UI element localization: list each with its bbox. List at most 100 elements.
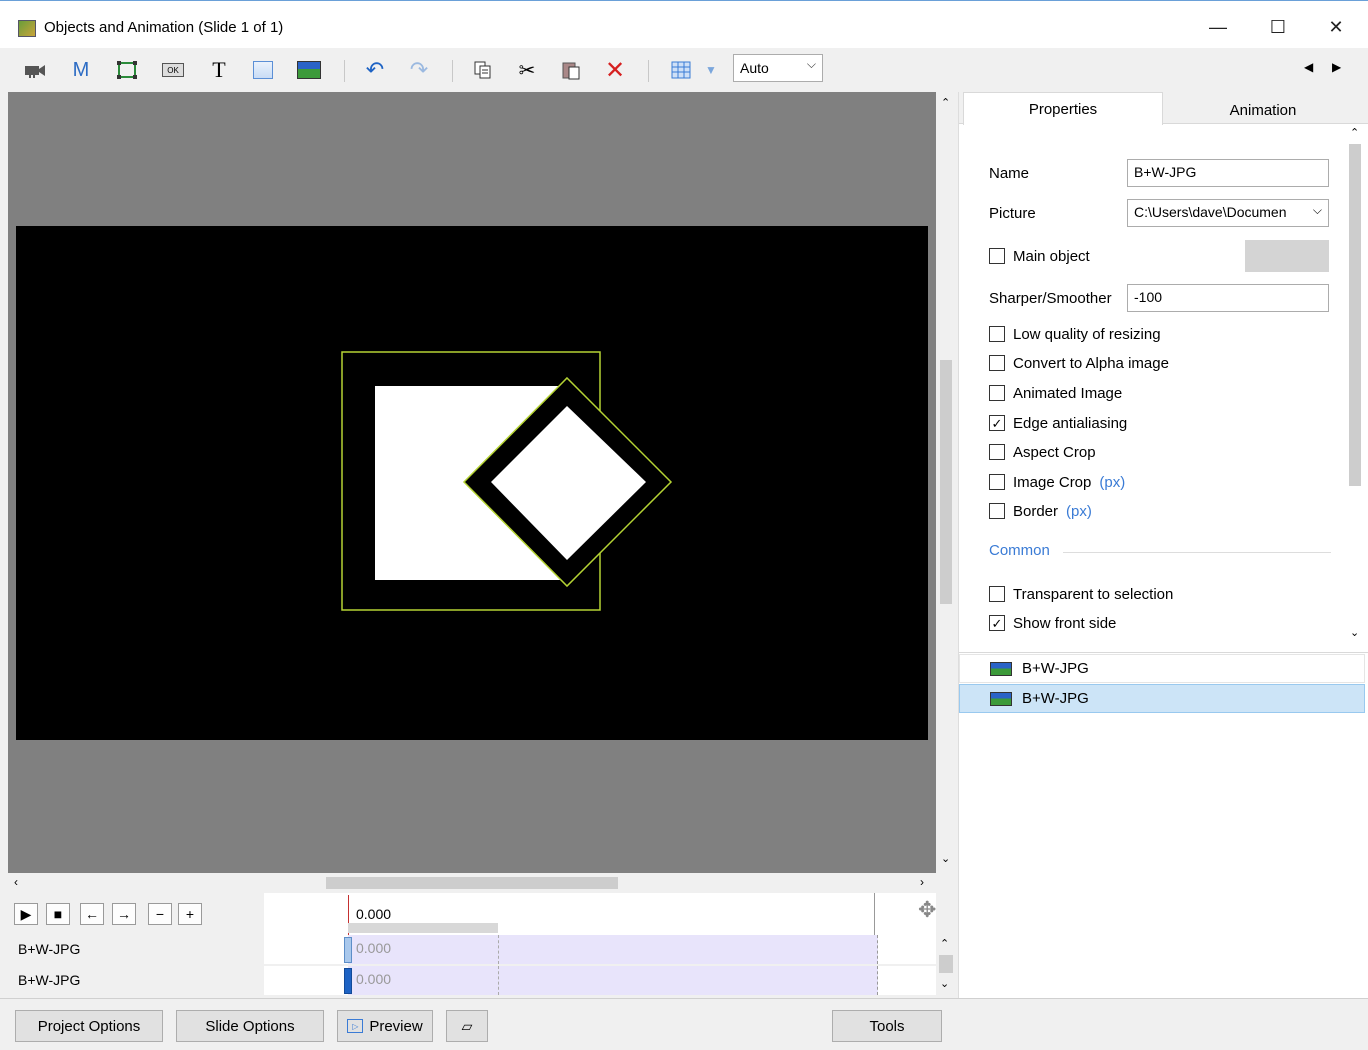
scroll-thumb[interactable] [939,955,953,973]
close-button[interactable]: ✕ [1316,11,1356,43]
checkbox-image-crop[interactable]: Image Crop (px) [989,471,1125,493]
grid-icon[interactable] [668,58,694,82]
timeline-bar[interactable] [348,935,878,964]
checkbox-label: Transparent to selection [1013,585,1174,603]
paste-icon[interactable] [558,58,584,82]
main-object-color-swatch[interactable] [1245,240,1329,272]
checkbox-box[interactable] [989,586,1005,602]
properties-scrollbar[interactable]: ⌃ ⌄ [1345,124,1365,646]
checkbox-border[interactable]: Border (px) [989,500,1092,522]
bottom-bar: Project Options Slide Options ▷ Preview … [0,998,1368,1050]
timeline-row[interactable]: B+W-JPG 0.000 [8,966,936,996]
delete-icon[interactable]: ✕ [602,57,628,84]
zoom-out-icon[interactable]: − [148,903,172,925]
next-arrow-icon[interactable]: ▶ [1332,60,1341,74]
slide-options-button[interactable]: Slide Options [176,1010,324,1042]
px-link[interactable]: (px) [1066,503,1092,520]
name-input[interactable]: B+W-JPG [1127,159,1329,187]
timeline-row-label: B+W-JPG [8,935,264,964]
arrow-right-icon[interactable]: → [112,903,136,925]
object-list-item[interactable]: B+W-JPG [959,654,1365,683]
zoom-select[interactable]: Auto ⌵ [733,54,823,82]
checkbox-box[interactable] [989,385,1005,401]
scroll-left-icon[interactable]: ‹ [14,875,18,889]
keyframe-marker[interactable] [344,937,352,963]
timeline-ruler[interactable]: 0.000 [264,893,936,935]
sharper-input[interactable]: -100 [1127,284,1329,312]
checkbox-transparent-selection[interactable]: Transparent to selection [989,583,1173,605]
mask-icon[interactable]: M [68,58,94,82]
chevron-down-icon: ⌵ [1312,203,1322,217]
checkmark-icon[interactable]: ✓ [989,615,1005,631]
scroll-up-icon[interactable]: ⌃ [940,937,949,950]
timeline-bar[interactable] [348,966,878,995]
px-link[interactable]: (px) [1099,474,1125,491]
picture-value: C:\Users\dave\Documen [1134,204,1287,220]
checkbox-edge-antialiasing[interactable]: ✓ Edge antialiasing [989,412,1127,434]
scroll-up-icon[interactable]: ⌃ [941,96,950,109]
object-name: B+W-JPG [1022,690,1089,707]
preview-button[interactable]: ▷ Preview [337,1010,433,1042]
window-title: Objects and Animation (Slide 1 of 1) [44,19,284,36]
timeline-track[interactable]: 0.000 [264,935,936,964]
checkbox-box[interactable] [989,444,1005,460]
slide-preview[interactable] [16,226,928,740]
maximize-button[interactable]: ☐ [1258,11,1298,43]
image-icon[interactable] [296,58,322,82]
scroll-down-icon[interactable]: ⌄ [941,852,950,865]
previous-arrow-icon[interactable]: ◀ [1304,60,1313,74]
checkbox-show-front-side[interactable]: ✓ Show front side [989,612,1116,634]
hscroll-thumb[interactable] [326,877,618,889]
checkbox-aspect-crop[interactable]: Aspect Crop [989,441,1096,463]
checkbox-label: Low quality of resizing [1013,325,1161,343]
camera-icon[interactable] [22,58,48,82]
checkbox-box[interactable] [989,355,1005,371]
eraser-button[interactable]: ▱ [446,1010,488,1042]
stop-icon[interactable]: ■ [46,903,70,925]
timeline-track[interactable]: 0.000 [264,966,936,995]
move-icon[interactable]: ✥ [918,897,936,923]
scroll-up-icon[interactable]: ⌃ [1350,126,1359,139]
zoom-in-icon[interactable]: + [178,903,202,925]
scroll-thumb[interactable] [1349,144,1361,486]
checkbox-animated-image[interactable]: Animated Image [989,382,1122,404]
scroll-thumb[interactable] [940,360,952,604]
frame-icon[interactable] [114,58,140,82]
canvas-area[interactable] [8,92,936,873]
scroll-right-icon[interactable]: › [920,875,924,889]
arrow-left-icon[interactable]: ← [80,903,104,925]
checkmark-icon[interactable]: ✓ [989,415,1005,431]
checkbox-convert-alpha[interactable]: Convert to Alpha image [989,352,1169,374]
picture-label: Picture [989,205,1036,222]
redo-icon[interactable]: ↷ [406,57,432,82]
tab-animation[interactable]: Animation [1163,94,1363,126]
timeline-row[interactable]: B+W-JPG 0.000 [8,935,936,965]
checkbox-box[interactable] [989,326,1005,342]
tab-properties[interactable]: Properties [963,92,1163,125]
button-icon[interactable]: OK [160,58,186,82]
checkbox-box[interactable] [989,248,1005,264]
scroll-down-icon[interactable]: ⌄ [940,977,949,990]
grid-dropdown-icon[interactable]: ▼ [698,58,724,82]
tools-button[interactable]: Tools [832,1010,942,1042]
canvas-horizontal-scrollbar[interactable]: ‹ › [8,873,936,893]
cut-icon[interactable]: ✂ [514,58,540,82]
scroll-down-icon[interactable]: ⌄ [1350,626,1359,639]
project-options-button[interactable]: Project Options [15,1010,163,1042]
checkbox-low-quality[interactable]: Low quality of resizing [989,323,1161,345]
play-icon[interactable]: ▶ [14,903,38,925]
object-list-item-selected[interactable]: B+W-JPG [959,684,1365,713]
copy-icon[interactable] [470,58,496,82]
checkbox-box[interactable] [989,503,1005,519]
minimize-button[interactable]: — [1198,11,1238,43]
picture-select[interactable]: C:\Users\dave\Documen ⌵ [1127,199,1329,227]
checkbox-box[interactable] [989,474,1005,490]
slide-content[interactable] [16,226,928,740]
timeline-scrollbar[interactable]: ⌃ ⌄ [936,935,956,997]
canvas-vertical-scrollbar[interactable]: ⌃ ⌄ [936,92,956,873]
keyframe-marker-selected[interactable] [344,968,352,994]
text-icon[interactable]: T [206,57,232,82]
undo-icon[interactable]: ↶ [362,57,388,82]
main-object-checkbox[interactable]: Main object [989,245,1090,267]
rectangle-icon[interactable] [250,58,276,82]
